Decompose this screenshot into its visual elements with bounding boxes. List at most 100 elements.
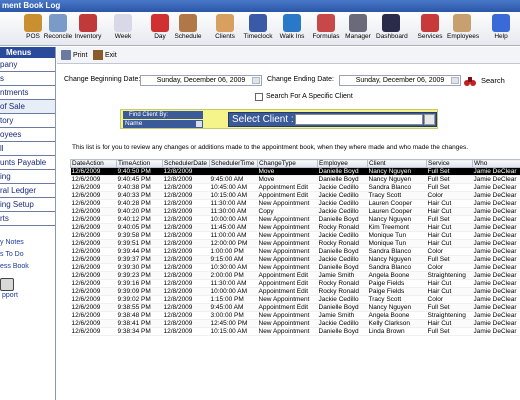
sidebar-menu-item[interactable]: rts bbox=[0, 212, 55, 226]
table-cell: Jamie DeClear bbox=[472, 263, 520, 272]
table-row[interactable]: 12/6/2009 9:38:41 PM 12/8/2009 12:45:00 PM N… bbox=[70, 319, 520, 328]
table-row[interactable]: 12/6/2009 9:39:51 PM 12/8/2009 12:00:00 PM N… bbox=[70, 239, 520, 248]
column-header[interactable]: Service bbox=[426, 159, 473, 168]
column-header[interactable]: SchedulerDate bbox=[162, 159, 210, 168]
column-header[interactable]: Client bbox=[367, 159, 427, 168]
calendar-dropdown-icon[interactable] bbox=[252, 77, 260, 84]
table-cell: 10:15:00 AM bbox=[209, 191, 258, 200]
sidebar-menu-item[interactable]: unts Payable bbox=[0, 156, 55, 170]
toolbar-employees-button[interactable]: Employees bbox=[447, 13, 479, 45]
toolbar-services-button[interactable]: Services bbox=[415, 13, 445, 45]
table-row[interactable]: 12/6/2009 9:38:55 PM 12/8/2009 9:45:00 AM Ap… bbox=[70, 303, 520, 312]
column-header[interactable]: Who bbox=[472, 159, 520, 168]
help-icon bbox=[492, 14, 510, 32]
table-row[interactable]: 12/6/2009 9:38:48 PM 12/8/2009 3:00:00 PM Ne… bbox=[70, 311, 520, 320]
chevron-down-icon[interactable] bbox=[424, 114, 435, 125]
table-cell: 9:40:12 PM bbox=[116, 215, 163, 224]
sidebar-menu-item[interactable]: tory bbox=[0, 114, 55, 128]
table-row[interactable]: 12/6/2009 9:40:12 PM 12/8/2009 10:00:00 AM N… bbox=[70, 215, 520, 224]
toolbar-help-button[interactable]: Help bbox=[486, 13, 516, 45]
calendar-dropdown-icon[interactable] bbox=[451, 77, 459, 84]
table-cell: 12/6/2009 bbox=[70, 279, 117, 288]
table-cell: Move bbox=[257, 175, 318, 184]
column-header[interactable]: TimeAction bbox=[116, 159, 163, 168]
table-cell: 12/8/2009 bbox=[162, 167, 210, 176]
table-cell: 2:00:00 PM bbox=[209, 271, 258, 280]
table-row[interactable]: 12/6/2009 9:40:50 PM 12/8/2009 Move Danielle… bbox=[70, 167, 520, 176]
toolbar-schedule-button[interactable]: Schedule bbox=[173, 13, 203, 45]
toolbar-week-button[interactable]: Week bbox=[108, 13, 138, 45]
table-cell: 11:30:00 AM bbox=[209, 199, 258, 208]
toolbar-inventory-button[interactable]: Inventory bbox=[73, 13, 103, 45]
toolbar-clients-button[interactable]: Clients bbox=[210, 13, 240, 45]
toolbar-manager-button[interactable]: Manager bbox=[343, 13, 373, 45]
table-row[interactable]: 12/6/2009 9:40:33 PM 12/8/2009 10:15:00 AM A… bbox=[70, 191, 520, 200]
table-row[interactable]: 12/6/2009 9:39:37 PM 12/8/2009 9:15:00 AM Ne… bbox=[70, 255, 520, 264]
table-cell: 12/6/2009 bbox=[70, 247, 117, 256]
sidebar-menu-item[interactable]: oyees bbox=[0, 128, 55, 142]
column-header[interactable]: DateAction bbox=[70, 159, 117, 168]
toolbar-dashboard-button[interactable]: Dashboard bbox=[376, 13, 408, 45]
toolbar-button-label: Inventory bbox=[74, 33, 102, 40]
support-link[interactable]: pport bbox=[2, 292, 18, 299]
search-button[interactable]: Search bbox=[462, 73, 518, 89]
find-client-by-select[interactable]: Name bbox=[123, 120, 203, 128]
table-row[interactable]: 12/6/2009 9:39:44 PM 12/8/2009 1:00:00 PM Ne… bbox=[70, 247, 520, 256]
table-row[interactable]: 12/6/2009 9:40:45 PM 12/8/2009 9:45:00 AM Mo… bbox=[70, 175, 520, 184]
support-icon[interactable] bbox=[0, 278, 14, 291]
exit-button[interactable]: Exit bbox=[93, 49, 117, 62]
print-button[interactable]: Print bbox=[61, 49, 87, 62]
table-row[interactable]: 12/6/2009 9:40:38 PM 12/8/2009 10:45:00 AM A… bbox=[70, 183, 520, 192]
sidebar-menu-item[interactable]: pany bbox=[0, 58, 55, 72]
table-row[interactable]: 12/6/2009 9:40:28 PM 12/8/2009 11:30:00 AM N… bbox=[70, 199, 520, 208]
table-row[interactable]: 12/6/2009 9:39:09 PM 12/8/2009 10:00:00 AM A… bbox=[70, 287, 520, 296]
table-cell: Tracy Scott bbox=[367, 295, 427, 304]
column-header[interactable]: ChangeType bbox=[257, 159, 318, 168]
select-client-dropdown[interactable]: Select Client : bbox=[228, 112, 437, 127]
end-date-value: Sunday, December 06, 2009 bbox=[355, 77, 445, 84]
manager-icon bbox=[349, 14, 367, 32]
sidebar-menu-item[interactable]: ral Ledger bbox=[0, 184, 55, 198]
table-cell: 9:38:55 PM bbox=[116, 303, 163, 312]
table-cell: 12/8/2009 bbox=[162, 263, 210, 272]
sidebar-link[interactable]: ess Book bbox=[0, 263, 55, 270]
toolbar-formulas-button[interactable]: Formulas bbox=[311, 13, 341, 45]
table-row[interactable]: 12/6/2009 9:39:23 PM 12/8/2009 2:00:00 PM Ap… bbox=[70, 271, 520, 280]
toolbar-button-label: Reconcile bbox=[43, 33, 73, 40]
inventory-icon bbox=[79, 14, 97, 32]
end-date-picker[interactable]: Sunday, December 06, 2009 bbox=[339, 75, 461, 86]
table-cell: 12/6/2009 bbox=[70, 167, 117, 176]
toolbar-walk-ins-button[interactable]: Walk Ins bbox=[277, 13, 307, 45]
table-row[interactable]: 12/6/2009 9:39:58 PM 12/8/2009 11:00:00 AM N… bbox=[70, 231, 520, 240]
table-row[interactable]: 12/6/2009 9:40:20 PM 12/8/2009 11:30:00 AM C… bbox=[70, 207, 520, 216]
sidebar-menu-item[interactable]: ntments bbox=[0, 86, 55, 100]
toolbar-day-button[interactable]: Day bbox=[145, 13, 175, 45]
select-client-label: Select Client : bbox=[232, 114, 294, 125]
specific-client-checkbox[interactable] bbox=[255, 93, 263, 101]
table-cell: Nancy Nguyen bbox=[367, 215, 427, 224]
begin-date-picker[interactable]: Sunday, December 06, 2009 bbox=[140, 75, 262, 86]
sidebar-menu-item[interactable]: s bbox=[0, 72, 55, 86]
sidebar-link[interactable]: s To Do bbox=[0, 251, 55, 258]
toolbar-timeclock-button[interactable]: Timeclock bbox=[243, 13, 273, 45]
table-cell: Hair Cut bbox=[426, 231, 473, 240]
sidebar-menu-item[interactable]: ing bbox=[0, 170, 55, 184]
sidebar-link[interactable]: y Notes bbox=[0, 239, 55, 246]
toolbar-reconcile-button[interactable]: Reconcile bbox=[43, 13, 73, 45]
find-client-by-label: Find Client By: bbox=[123, 111, 203, 119]
sidebar-menu-item[interactable]: ing Setup bbox=[0, 198, 55, 212]
sidebar-menu-item[interactable]: ll bbox=[0, 142, 55, 156]
table-row[interactable]: 12/6/2009 9:39:16 PM 12/8/2009 11:30:00 AM A… bbox=[70, 279, 520, 288]
select-client-input[interactable] bbox=[295, 114, 423, 125]
table-cell: Danielle Boyd bbox=[317, 247, 368, 256]
column-header[interactable]: SchedulerTime bbox=[209, 159, 258, 168]
table-row[interactable]: 12/6/2009 9:39:30 PM 12/8/2009 10:30:00 AM N… bbox=[70, 263, 520, 272]
table-cell: 9:39:58 PM bbox=[116, 231, 163, 240]
sidebar-menu-item[interactable]: of Sale bbox=[0, 100, 55, 114]
timeclock-icon bbox=[249, 14, 267, 32]
column-header[interactable]: Employee bbox=[317, 159, 368, 168]
table-row[interactable]: 12/6/2009 9:38:34 PM 12/8/2009 10:15:00 AM N… bbox=[70, 327, 520, 336]
table-cell: 12/8/2009 bbox=[162, 311, 210, 320]
table-row[interactable]: 12/6/2009 9:40:05 PM 12/8/2009 11:45:00 AM N… bbox=[70, 223, 520, 232]
table-row[interactable]: 12/6/2009 9:39:02 PM 12/8/2009 1:15:00 PM Ne… bbox=[70, 295, 520, 304]
